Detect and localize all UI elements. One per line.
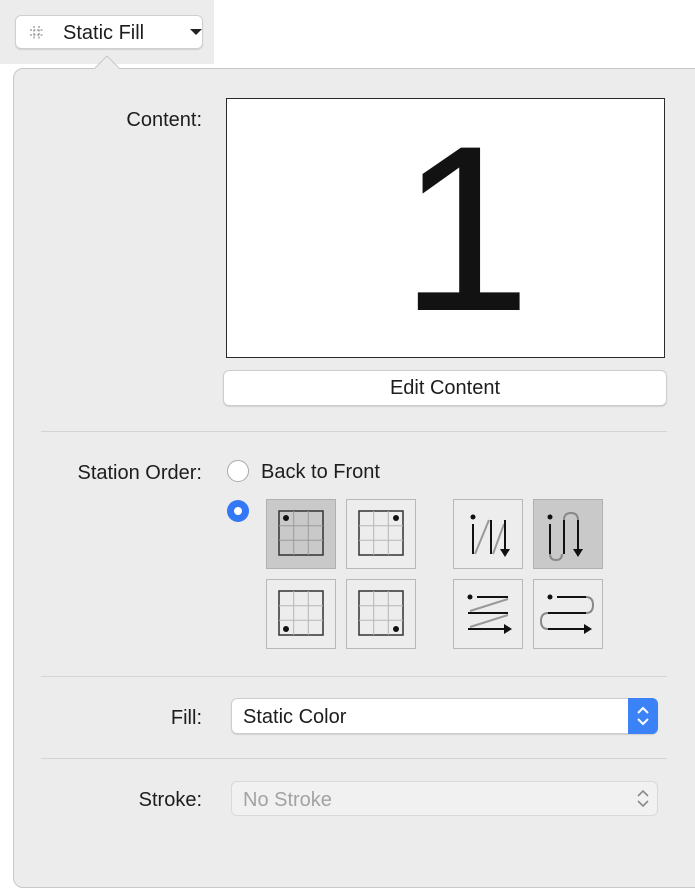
grid-start-top-left-icon — [278, 510, 324, 556]
up-down-chevron-icon — [637, 789, 649, 808]
horizontal-snake-icon — [539, 594, 595, 634]
stroke-label: Stroke: — [138, 789, 202, 811]
fill-select[interactable]: Static Color — [231, 698, 658, 734]
start-top-right-button[interactable] — [346, 499, 416, 569]
fill-select-stepper — [628, 698, 658, 734]
divider — [41, 431, 667, 432]
grid-start-bottom-right-icon — [358, 590, 404, 636]
popover-arrow — [95, 55, 119, 69]
edit-content-button[interactable]: Edit Content — [223, 370, 667, 406]
back-to-front-label[interactable]: Back to Front — [261, 460, 380, 484]
content-preview-text: 1 — [399, 98, 532, 358]
vertical-zigzag-icon — [470, 514, 510, 557]
start-top-left-button[interactable] — [266, 499, 336, 569]
horizontal-zigzag-button[interactable] — [453, 579, 523, 649]
vertical-zigzag-button[interactable] — [453, 499, 523, 569]
chevron-down-icon — [190, 29, 202, 35]
up-down-chevron-icon — [637, 706, 649, 726]
content-preview: 1 — [226, 98, 665, 358]
mode-popup-button[interactable]: Static Fill — [15, 15, 203, 49]
divider — [41, 676, 667, 677]
stroke-select-stepper — [629, 782, 657, 815]
grid-start-top-right-icon — [358, 510, 404, 556]
stroke-select-value: No Stroke — [243, 789, 332, 811]
vertical-snake-icon — [547, 511, 583, 562]
grid-start-bottom-left-icon — [278, 590, 324, 636]
fill-select-value: Static Color — [243, 706, 347, 728]
divider — [41, 758, 667, 759]
content-label: Content: — [126, 109, 202, 131]
dashed-grid-icon — [30, 26, 44, 40]
custom-order-radio[interactable] — [227, 500, 249, 522]
start-bottom-right-button[interactable] — [346, 579, 416, 649]
back-to-front-radio[interactable] — [227, 460, 249, 482]
start-bottom-left-button[interactable] — [266, 579, 336, 649]
fill-label: Fill: — [170, 707, 202, 729]
horizontal-zigzag-icon — [467, 594, 512, 634]
stroke-select[interactable]: No Stroke — [231, 781, 658, 816]
station-order-label: Station Order: — [77, 462, 202, 484]
mode-popup-label: Static Fill — [63, 22, 145, 44]
vertical-snake-button[interactable] — [533, 499, 603, 569]
horizontal-snake-button[interactable] — [533, 579, 603, 649]
